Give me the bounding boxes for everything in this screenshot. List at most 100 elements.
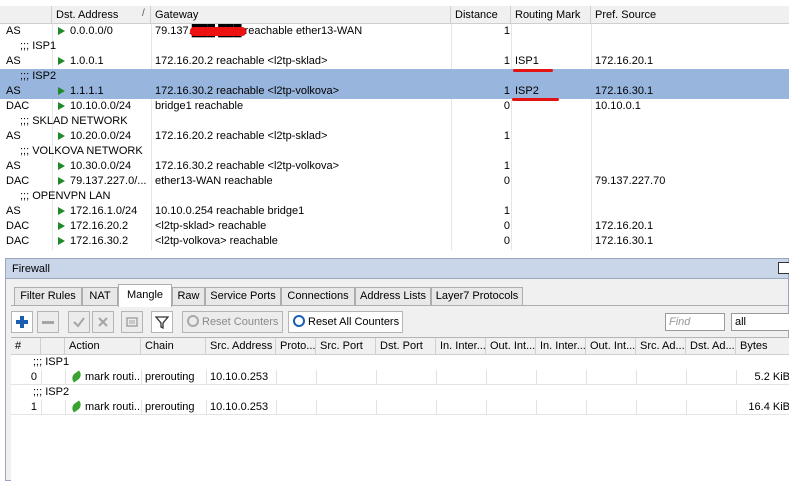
route-distance: 0 — [503, 100, 510, 112]
col-in-interface-list[interactable]: In. Inter... — [536, 338, 586, 355]
tab-nat[interactable]: NAT — [82, 287, 118, 306]
route-pref-source: 79.137.227.70 — [595, 175, 666, 187]
grid-line — [536, 370, 537, 385]
grid-line — [736, 400, 737, 415]
col-src-address[interactable]: Src. Address — [206, 338, 276, 355]
tab-layer7-protocols[interactable]: Layer7 Protocols — [431, 287, 523, 306]
route-row[interactable]: DAC 172.16.30.2 <l2tp-volkova> reachable 0 1… — [0, 234, 789, 249]
col-number[interactable]: # — [11, 338, 41, 355]
route-active-play-icon — [58, 207, 65, 215]
route-row[interactable]: AS 1.0.0.1 172.16.20.2 reachable <l2tp-skl… — [0, 54, 789, 69]
firewall-titlebar[interactable]: Firewall — [6, 259, 789, 279]
grid-line — [536, 400, 537, 415]
route-routing-mark — [515, 174, 589, 189]
enable-button[interactable] — [68, 311, 90, 333]
route-row[interactable]: DAC 172.16.20.2 <l2tp-sklad> reachable 0 172… — [0, 219, 789, 234]
mangle-rule-number: 1 — [30, 401, 37, 413]
mangle-comment-row[interactable]: ;;; ISP1 — [11, 355, 789, 370]
route-gateway: bridge1 reachable — [155, 100, 244, 112]
add-button[interactable] — [11, 311, 33, 333]
route-pref-source: 172.16.20.1 — [595, 220, 654, 232]
col-protocol[interactable]: Proto... — [276, 338, 316, 355]
sort-indicator-icon: / — [142, 8, 145, 19]
mangle-src-address: 10.10.0.253 — [210, 401, 269, 413]
grid-line — [41, 370, 42, 385]
tab-service-ports[interactable]: Service Ports — [205, 287, 281, 306]
route-comment: ;;; OPENVPN LAN — [20, 190, 111, 202]
col-out-interface-list[interactable]: Out. Int... — [586, 338, 636, 355]
mangle-rule-row[interactable]: 0 mark routi... prerouting 10.10.0.253 5.2 K… — [11, 370, 789, 385]
route-dst-address: 172.16.20.2 — [70, 220, 129, 232]
route-pref-source — [595, 129, 785, 144]
col-flags[interactable] — [41, 338, 65, 355]
col-chain[interactable]: Chain — [141, 338, 206, 355]
tab-raw[interactable]: Raw — [172, 287, 205, 306]
route-pref-source — [595, 159, 785, 174]
disable-button[interactable] — [92, 311, 114, 333]
funnel-icon — [154, 316, 170, 330]
route-gateway: <l2tp-volkova> reachable — [155, 235, 278, 247]
route-row[interactable]: DAC 10.10.0.0/24 bridge1 reachable 0 10.10.0… — [0, 99, 789, 114]
col-dst-port[interactable]: Dst. Port — [376, 338, 436, 355]
col-dst-address[interactable]: Dst. Address — [52, 6, 151, 24]
route-flags: AS — [6, 160, 21, 172]
plus-icon — [16, 316, 28, 328]
col-src-port[interactable]: Src. Port — [316, 338, 376, 355]
grid-line — [141, 400, 142, 415]
col-distance[interactable]: Distance — [451, 6, 511, 24]
col-flags[interactable] — [0, 6, 52, 24]
mangle-action: mark routi... — [71, 370, 139, 385]
route-flags: AS — [6, 25, 21, 37]
route-routing-mark — [515, 234, 589, 249]
route-comment-row[interactable]: ;;; ISP2 — [0, 69, 789, 84]
tab-filter-rules[interactable]: Filter Rules — [14, 287, 82, 306]
mangle-bytes: 5.2 KiB — [754, 371, 789, 383]
mangle-chain: prerouting — [145, 371, 195, 383]
window-maximize-icon[interactable] — [778, 262, 789, 274]
route-comment: ;;; SKLAD NETWORK — [20, 115, 128, 127]
route-row[interactable]: AS 0.0.0.0/0 79.137.███.███ reachable ethe… — [0, 24, 789, 39]
route-row[interactable]: AS 10.30.0.0/24 172.16.30.2 reachable <l2t… — [0, 159, 789, 174]
col-src-address-list[interactable]: Src. Ad... — [636, 338, 686, 355]
route-routing-mark — [515, 159, 589, 174]
route-flags: DAC — [6, 220, 30, 232]
route-row[interactable]: AS 172.16.1.0/24 10.10.0.254 reachable bri… — [0, 204, 789, 219]
reset-all-counters-button[interactable]: Reset All Counters — [288, 311, 403, 333]
col-routing-mark[interactable]: Routing Mark — [511, 6, 591, 24]
grid-line — [686, 370, 687, 385]
col-out-interface[interactable]: Out. Int... — [486, 338, 536, 355]
remove-button[interactable] — [37, 311, 59, 333]
route-comment-row[interactable]: ;;; VOLKOVA NETWORK — [0, 144, 789, 159]
routes-list: Dst. Address / Gateway Distance Routing … — [0, 0, 789, 250]
col-in-interface[interactable]: In. Inter... — [436, 338, 486, 355]
grid-line — [586, 370, 587, 385]
filter-select[interactable]: all — [731, 313, 789, 331]
route-comment-row[interactable]: ;;; OPENVPN LAN — [0, 189, 789, 204]
reset-counters-button[interactable]: Reset Counters — [182, 311, 283, 333]
grid-line — [436, 400, 437, 415]
route-row[interactable]: DAC 79.137.227.0/... ether13-WAN reachable… — [0, 174, 789, 189]
col-dst-address-list[interactable]: Dst. Ad... — [686, 338, 736, 355]
col-bytes[interactable]: Bytes — [736, 338, 789, 355]
tab-address-lists[interactable]: Address Lists — [355, 287, 431, 306]
route-comment-row[interactable]: ;;; SKLAD NETWORK — [0, 114, 789, 129]
col-pref-source[interactable]: Pref. Source — [591, 6, 789, 24]
route-row[interactable]: AS 10.20.0.0/24 172.16.20.2 reachable <l2t… — [0, 129, 789, 144]
col-gateway[interactable]: Gateway — [151, 6, 451, 24]
route-flags: AS — [6, 130, 21, 142]
firewall-window: Firewall Filter Rules NAT Mangle Raw Ser… — [5, 258, 789, 481]
minus-icon — [42, 321, 54, 324]
filter-button[interactable] — [151, 311, 173, 333]
route-comment-row[interactable]: ;;; ISP1 — [0, 39, 789, 54]
mangle-comment-row[interactable]: ;;; ISP2 — [11, 385, 789, 400]
tab-connections[interactable]: Connections — [281, 287, 355, 306]
grid-line — [316, 370, 317, 385]
tab-mangle[interactable]: Mangle — [118, 284, 172, 307]
find-input[interactable]: Find — [665, 313, 725, 331]
route-gateway: 10.10.0.254 reachable bridge1 — [155, 205, 305, 217]
route-flags: DAC — [6, 235, 30, 247]
route-row[interactable]: AS 1.1.1.1 172.16.30.2 reachable <l2tp-vol… — [0, 84, 789, 99]
col-action[interactable]: Action — [65, 338, 141, 355]
mangle-rule-row[interactable]: 1 mark routi... prerouting 10.10.0.253 16.4 … — [11, 400, 789, 415]
comment-button[interactable] — [121, 311, 143, 333]
